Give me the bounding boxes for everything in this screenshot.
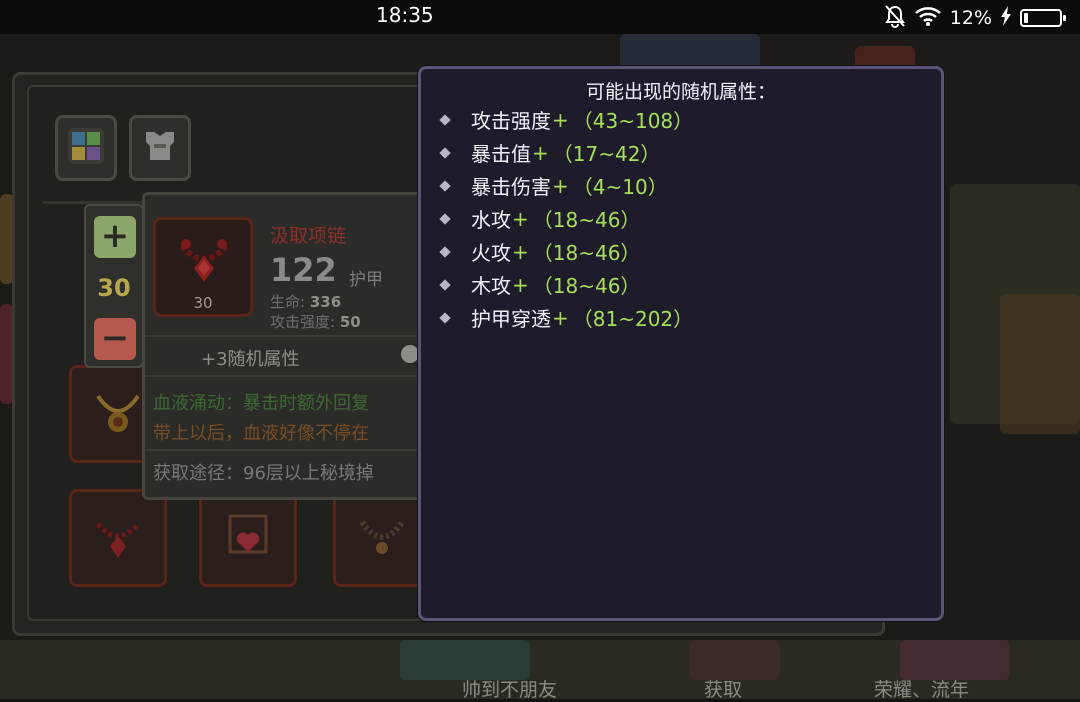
necklace-gold-icon [88,382,148,446]
random-attributes-popup[interactable]: 可能出现的随机属性： 攻击强度 + （43~108） 暴击值 + （17~42） 暴击伤害 +… [418,66,944,621]
item-flavor-text: 带上以后，血液好像不停在 [153,423,369,444]
quantity-value: 30 [97,274,131,302]
item-armor-label: 护甲 [349,270,383,290]
attribute-row: 攻击强度 + （43~108） [439,103,693,136]
equip-slot-2[interactable] [69,489,167,587]
background-decor [900,640,1010,680]
diamond-bullet-icon [439,212,451,225]
item-icon-slot: 30 [153,217,253,317]
status-time: 18:35 [376,3,434,27]
attribute-row: 水攻 + （18~46） [439,202,693,235]
attribute-plus: + [512,272,529,297]
necklace-heart-icon [218,506,278,570]
attribute-plus: + [552,173,569,198]
necklace-bead-icon [352,506,412,570]
attribute-name: 火攻 [471,241,511,265]
attribute-list: 攻击强度 + （43~108） 暴击值 + （17~42） 暴击伤害 + （4~10） 水攻 + （1… [439,103,693,334]
diamond-bullet-icon [439,179,451,192]
item-stat-attack: 攻击强度: 50 [270,313,361,331]
diamond-bullet-icon [439,278,451,291]
bottom-label-1: 帅到不朋友 [462,679,558,701]
diamond-bullet-icon [439,245,451,258]
attribute-name: 暴击值 [471,142,531,166]
attribute-row: 木攻 + （18~46） [439,268,693,301]
random-attr-info-button[interactable] [401,345,419,363]
item-detail-card: 30 汲取项链 122 护甲 生命: 336 攻击强度: 50 +3随机属性 血… [142,192,432,500]
item-name: 汲取项链 [270,225,347,247]
item-armor-value: 122 [270,251,337,289]
battery-fill [1024,13,1028,23]
attribute-range: （18~46） [532,274,641,298]
diamond-bullet-icon [439,113,451,126]
grid-inventory-icon [66,126,106,170]
attribute-row: 护甲穿透 + （81~202） [439,301,693,334]
card-divider [145,335,429,337]
attribute-plus: + [552,305,569,330]
attribute-range: （43~108） [572,109,694,133]
increase-button[interactable]: + [94,216,136,258]
attribute-range: （18~46） [532,241,641,265]
status-bar: 18:35 12% [0,0,1080,34]
diamond-bullet-icon [439,311,451,324]
background-decor [1000,294,1080,434]
attribute-row: 暴击伤害 + （4~10） [439,169,693,202]
attribute-name: 护甲穿透 [471,307,551,331]
bell-off-icon [884,4,906,32]
wifi-icon [914,5,942,31]
item-effect-text: 血液涌动：暴击时额外回复 [153,393,369,414]
quantity-stepper: + 30 − [84,204,144,368]
attribute-name: 木攻 [471,274,511,298]
status-icons: 12% [884,4,1066,32]
battery-percent: 12% [949,7,992,29]
battery-icon [1020,9,1066,27]
necklace-red-icon [88,506,148,570]
attribute-name: 暴击伤害 [471,175,551,199]
attribute-name: 攻击强度 [471,109,551,133]
item-source-text: 获取途径：96层以上秘境掉 [153,463,374,484]
charging-bolt-icon [1000,6,1012,30]
attribute-plus: + [512,239,529,264]
card-divider [145,449,429,451]
attribute-range: （18~46） [532,208,641,232]
attribute-plus: + [532,140,549,165]
equip-slot-3[interactable] [199,489,297,587]
necklace-red-icon [172,230,236,294]
attribute-range: （81~202） [572,307,694,331]
attribute-plus: + [512,206,529,231]
equip-slot-4[interactable] [333,489,431,587]
background-decor [400,640,530,680]
attribute-row: 暴击值 + （17~42） [439,136,693,169]
armor-icon [140,126,180,170]
attribute-row: 火攻 + （18~46） [439,235,693,268]
item-slot-count: 30 [193,294,213,312]
bottom-label-2: 获取 [704,679,743,701]
attribute-name: 水攻 [471,208,511,232]
attribute-range: （4~10） [572,175,668,199]
card-divider [145,375,429,377]
tab-inventory[interactable] [55,115,117,181]
diamond-bullet-icon [439,146,451,159]
random-attr-label: +3随机属性 [201,349,300,370]
tab-armor[interactable] [129,115,191,181]
item-stat-hp: 生命: 336 [270,293,342,311]
bottom-label-3: 荣耀、流年 [874,679,970,701]
attribute-plus: + [552,107,569,132]
background-decor [690,640,780,680]
decrease-button[interactable]: − [94,318,136,360]
popup-title: 可能出现的随机属性： [585,81,776,103]
attribute-range: （17~42） [552,142,661,166]
